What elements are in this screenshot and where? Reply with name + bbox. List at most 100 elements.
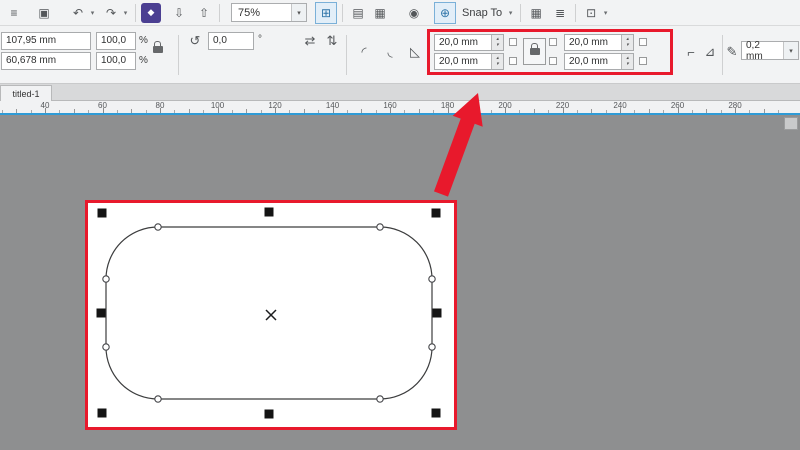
corner-radius-bottom-left-field[interactable]: 20,0 mm ▴▾ bbox=[434, 53, 504, 70]
spin-down-icon[interactable]: ▾ bbox=[626, 43, 629, 49]
preview-eye-icon[interactable]: ◉ bbox=[404, 3, 424, 23]
scalloped-corner-icon[interactable]: ◟ bbox=[378, 42, 402, 62]
ruler-minor-tick bbox=[404, 110, 405, 113]
ruler-minor-tick bbox=[74, 109, 75, 113]
ruler-minor-tick bbox=[361, 109, 362, 113]
snap-crosshair-icon[interactable]: ⊕ bbox=[434, 2, 456, 24]
corner-node[interactable] bbox=[155, 396, 161, 402]
property-bar: 107,95 mm 60,678 mm 100,0 % 100,0 % ↺ 0,… bbox=[0, 26, 800, 84]
image-adjust-icon[interactable]: ▦ bbox=[526, 3, 546, 23]
ruler-minor-tick bbox=[117, 110, 118, 113]
relative-corner-toggle[interactable] bbox=[549, 38, 557, 46]
outline-pen-icon: ✎ bbox=[724, 42, 740, 62]
zoom-level-value: 75% bbox=[232, 7, 291, 19]
zoom-dropdown-caret-icon[interactable]: ▾ bbox=[291, 4, 306, 21]
ruler-minor-tick bbox=[519, 110, 520, 113]
snap-to-caret-icon[interactable]: ▾ bbox=[506, 9, 515, 17]
selection-handle[interactable] bbox=[432, 409, 441, 418]
toolbar-separator bbox=[575, 4, 576, 22]
ruler-tick-label: 260 bbox=[671, 101, 684, 110]
corner-radius-top-left-field[interactable]: 20,0 mm ▴▾ bbox=[434, 34, 504, 51]
spin-down-icon[interactable]: ▾ bbox=[626, 62, 629, 68]
outline-width-caret-icon[interactable]: ▾ bbox=[783, 42, 798, 59]
corner-node[interactable] bbox=[377, 224, 383, 230]
ruler-tick-label: 140 bbox=[326, 101, 339, 110]
corner-radius-top-right-field[interactable]: 20,0 mm ▴▾ bbox=[564, 34, 634, 51]
selection-handle[interactable] bbox=[265, 410, 274, 419]
red-annotation-arrow bbox=[423, 86, 503, 201]
selection-handle[interactable] bbox=[98, 409, 107, 418]
selection-handle[interactable] bbox=[97, 309, 106, 318]
relative-corner-toggle[interactable] bbox=[549, 57, 557, 65]
display-options-caret-icon[interactable]: ▾ bbox=[601, 9, 610, 17]
lock-ratio-icon[interactable] bbox=[153, 46, 163, 53]
spin-down-icon[interactable]: ▾ bbox=[496, 43, 499, 49]
spin-down-icon[interactable]: ▾ bbox=[496, 62, 499, 68]
undo-dropdown-caret-icon[interactable]: ▾ bbox=[88, 9, 97, 17]
show-grid-icon[interactable]: ▦ bbox=[370, 3, 390, 23]
import-icon[interactable]: ⇩ bbox=[169, 3, 189, 23]
object-position-y-field[interactable]: 60,678 mm bbox=[1, 52, 91, 70]
corner-node[interactable] bbox=[155, 224, 161, 230]
undo-icon[interactable]: ↶ bbox=[68, 3, 88, 23]
display-options-icon[interactable]: ⊡ bbox=[581, 3, 601, 23]
object-position-x-field[interactable]: 107,95 mm bbox=[1, 32, 91, 50]
corner-node[interactable] bbox=[103, 276, 109, 282]
wrap-text-icon[interactable]: ⊿ bbox=[700, 42, 720, 62]
edit-corners-together-lock-icon[interactable] bbox=[523, 38, 546, 65]
show-rulers-icon[interactable]: ▤ bbox=[348, 3, 368, 23]
relative-corner-toggle[interactable] bbox=[509, 57, 517, 65]
export-icon[interactable]: ⇧ bbox=[194, 3, 214, 23]
drawing-workspace[interactable] bbox=[0, 115, 800, 450]
snap-to-label[interactable]: Snap To bbox=[462, 7, 502, 19]
save-icon[interactable]: ▣ bbox=[34, 3, 54, 23]
corner-node[interactable] bbox=[103, 344, 109, 350]
corner-radius-bottom-right-field[interactable]: 20,0 mm ▴▾ bbox=[564, 53, 634, 70]
selection-handle[interactable] bbox=[98, 209, 107, 218]
corner-node[interactable] bbox=[429, 276, 435, 282]
spinner-icon[interactable]: ▴▾ bbox=[491, 54, 503, 69]
ruler-minor-tick bbox=[692, 110, 693, 113]
relative-corner-toggle[interactable] bbox=[509, 38, 517, 46]
relative-corner-toggle[interactable] bbox=[639, 57, 647, 65]
flip-horizontal-icon[interactable]: ⇄ bbox=[300, 32, 320, 50]
ruler-tick-label: 220 bbox=[556, 101, 569, 110]
ruler-minor-tick bbox=[189, 109, 190, 113]
round-corner-icon[interactable]: ◜ bbox=[352, 42, 376, 62]
redo-icon[interactable]: ↷ bbox=[101, 3, 121, 23]
relative-corner-toggle[interactable] bbox=[639, 38, 647, 46]
corner-options-icon[interactable]: ⌐ bbox=[680, 42, 702, 62]
selection-handle[interactable] bbox=[433, 309, 442, 318]
spinner-icon[interactable]: ▴▾ bbox=[491, 35, 503, 50]
ruler-minor-tick bbox=[649, 109, 650, 113]
welcome-screen-icon[interactable]: ◆ bbox=[141, 3, 161, 23]
selection-handle[interactable] bbox=[432, 209, 441, 218]
scale-x-field[interactable]: 100,0 bbox=[96, 32, 136, 50]
corner-node[interactable] bbox=[429, 344, 435, 350]
effects-icon[interactable]: ≣ bbox=[550, 3, 570, 23]
chamfered-corner-icon[interactable]: ◺ bbox=[404, 42, 426, 62]
flip-vertical-icon[interactable]: ⇅ bbox=[322, 32, 342, 50]
drawing-page[interactable] bbox=[85, 200, 457, 430]
redo-dropdown-caret-icon[interactable]: ▾ bbox=[121, 9, 130, 17]
spinner-icon[interactable]: ▴▾ bbox=[621, 35, 633, 50]
ruler-minor-tick bbox=[203, 110, 204, 113]
selection-handle[interactable] bbox=[265, 208, 274, 217]
menu-icon[interactable]: ≡ bbox=[4, 3, 24, 23]
document-tab[interactable]: titled-1 bbox=[0, 85, 52, 101]
corner-node[interactable] bbox=[377, 396, 383, 402]
scale-y-field[interactable]: 100,0 bbox=[96, 52, 136, 70]
ruler-minor-tick bbox=[2, 110, 3, 113]
ruler-minor-tick bbox=[261, 110, 262, 113]
outline-width-combo[interactable]: 0,2 mm ▾ bbox=[741, 41, 799, 60]
spinner-icon[interactable]: ▴▾ bbox=[621, 54, 633, 69]
zoom-level-combo[interactable]: 75% ▾ bbox=[231, 3, 307, 22]
snap-to-group: ⊕ Snap To ▾ bbox=[434, 3, 515, 23]
horizontal-ruler[interactable]: 406080100120140160180200220240260280 bbox=[0, 101, 800, 115]
ruler-minor-tick bbox=[577, 110, 578, 113]
full-screen-preview-icon[interactable]: ⊞ bbox=[315, 2, 337, 24]
ruler-minor-tick bbox=[749, 110, 750, 113]
ruler-minor-tick bbox=[663, 110, 664, 113]
outline-width-value: 0,2 mm bbox=[742, 40, 783, 62]
rotation-angle-field[interactable]: 0,0 bbox=[208, 32, 254, 50]
